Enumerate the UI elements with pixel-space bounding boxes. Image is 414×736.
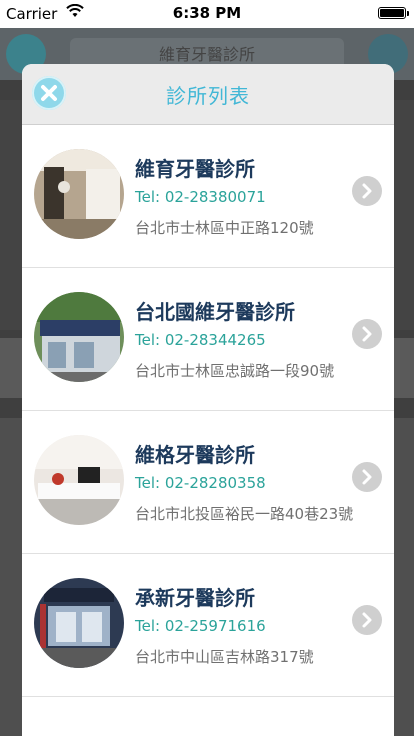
clinic-list-modal: 診所列表 維育牙醫診所 Tel: 02-28380071 台北市士林區中正路12… <box>22 64 394 736</box>
status-time: 6:38 PM <box>172 4 242 22</box>
status-bar: Carrier 6:38 PM <box>0 0 414 28</box>
modal-title: 診所列表 <box>166 84 250 108</box>
clinic-list-item[interactable]: 維育牙醫診所 Tel: 02-28380071 台北市士林區中正路120號 <box>22 125 394 268</box>
clinic-name: 維育牙醫診所 <box>135 157 255 181</box>
clinic-list-item[interactable]: 承新牙醫診所 Tel: 02-25971616 台北市中山區吉林路317號 <box>22 554 394 697</box>
clinic-list-item[interactable]: 維格牙醫診所 Tel: 02-28280358 台北市北投區裕民一路40巷23號 <box>22 411 394 554</box>
chevron-right-icon[interactable] <box>352 176 382 206</box>
chevron-right-icon[interactable] <box>352 462 382 492</box>
clinic-tel[interactable]: Tel: 02-28344265 <box>135 331 266 349</box>
battery-icon <box>378 7 409 19</box>
clinic-list: 維育牙醫診所 Tel: 02-28380071 台北市士林區中正路120號 台北… <box>22 125 394 697</box>
clinic-address: 台北市北投區裕民一路40巷23號 <box>135 505 354 523</box>
clinic-name: 台北國維牙醫診所 <box>135 300 295 324</box>
clinic-address: 台北市士林區忠誠路一段90號 <box>135 362 335 380</box>
chevron-right-icon[interactable] <box>352 319 382 349</box>
chevron-right-icon[interactable] <box>352 605 382 635</box>
clinic-tel[interactable]: Tel: 02-25971616 <box>135 617 266 635</box>
clinic-list-item[interactable]: 台北國維牙醫診所 Tel: 02-28344265 台北市士林區忠誠路一段90號 <box>22 268 394 411</box>
clinic-tel[interactable]: Tel: 02-28280358 <box>135 474 266 492</box>
clinic-tel[interactable]: Tel: 02-28380071 <box>135 188 266 206</box>
clinic-photo <box>34 292 124 382</box>
clinic-address: 台北市中山區吉林路317號 <box>135 648 314 666</box>
clinic-name: 承新牙醫診所 <box>135 586 255 610</box>
modal-header: 診所列表 <box>22 64 394 125</box>
clinic-address: 台北市士林區中正路120號 <box>135 219 314 237</box>
clinic-name: 維格牙醫診所 <box>135 443 255 467</box>
clinic-photo <box>34 435 124 525</box>
clinic-photo <box>34 578 124 668</box>
clinic-photo <box>34 149 124 239</box>
